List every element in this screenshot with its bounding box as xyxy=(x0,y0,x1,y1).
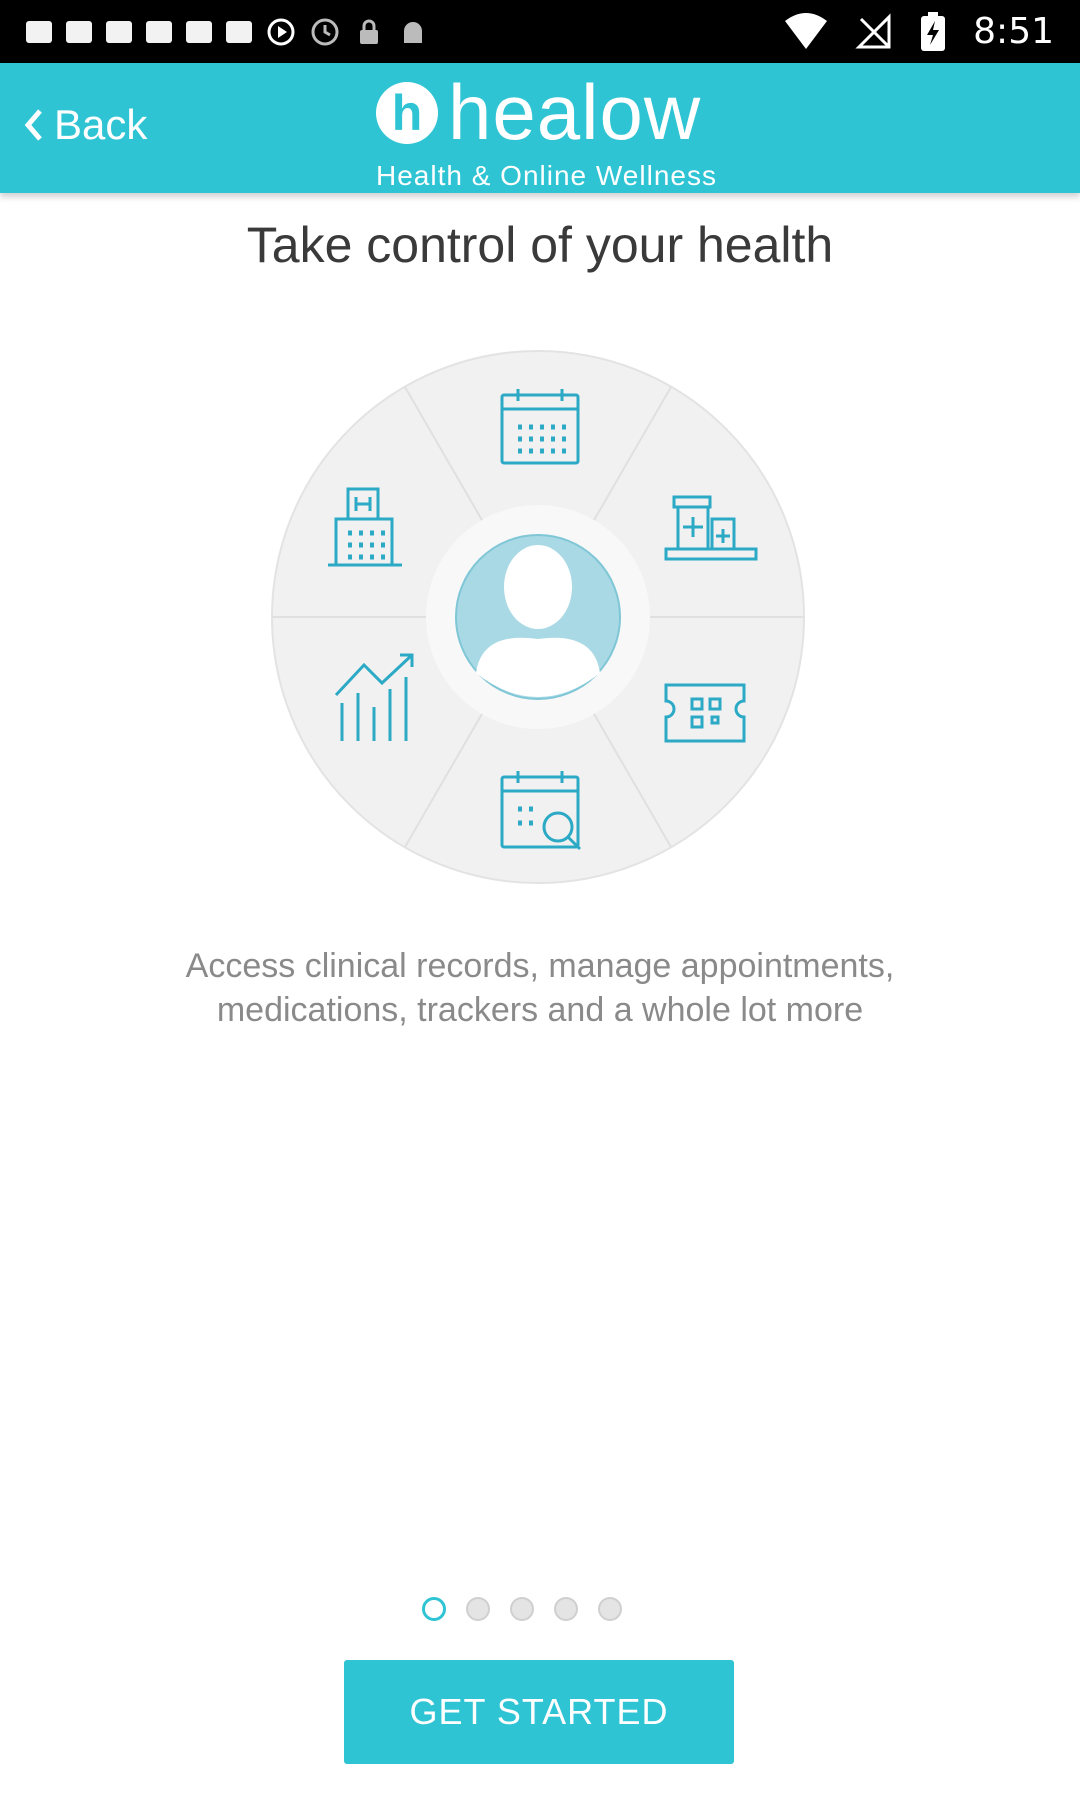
android-icon xyxy=(404,21,422,43)
notification-icon xyxy=(66,20,92,43)
app-header: Back h healow Health & Online Wellness xyxy=(0,63,1080,193)
logo-text: healow xyxy=(448,68,702,156)
page-dot-2[interactable] xyxy=(466,1597,490,1621)
no-signal-icon xyxy=(855,12,891,48)
logo-tagline: Health & Online Wellness xyxy=(376,160,717,191)
notification-icon xyxy=(146,20,172,43)
notification-icon xyxy=(226,20,252,43)
page-dot-3[interactable] xyxy=(510,1597,534,1621)
notification-icon xyxy=(26,20,52,43)
page-dot-5[interactable] xyxy=(598,1597,622,1621)
battery-charging-icon xyxy=(921,11,946,51)
healow-logo-icon: h xyxy=(376,81,438,144)
page-title: Take control of your health xyxy=(246,217,834,273)
user-avatar-icon xyxy=(455,534,621,700)
status-bar-right: 8:51 xyxy=(783,11,1080,53)
page-dot-4[interactable] xyxy=(554,1597,578,1621)
page-indicator xyxy=(422,1597,622,1621)
clock-icon xyxy=(311,18,339,45)
feature-wheel-illustration xyxy=(271,350,805,884)
play-icon xyxy=(267,18,295,45)
chevron-left-icon xyxy=(24,109,42,141)
status-bar-left-icons xyxy=(0,17,428,47)
status-time: 8:51 xyxy=(973,11,1054,52)
back-label: Back xyxy=(54,101,148,148)
notification-icon xyxy=(186,20,212,43)
back-button[interactable]: Back xyxy=(22,101,147,149)
feature-description: Access clinical records, manage appointm… xyxy=(185,947,895,1029)
status-bar: 8:51 xyxy=(0,0,1080,63)
lock-icon xyxy=(360,19,378,44)
wifi-icon xyxy=(785,12,828,49)
get-started-button[interactable]: GET STARTED xyxy=(344,1660,734,1764)
brand-logo: h healow Health & Online Wellness xyxy=(376,63,736,193)
page-dot-1[interactable] xyxy=(422,1597,446,1621)
notification-icon xyxy=(106,20,132,43)
